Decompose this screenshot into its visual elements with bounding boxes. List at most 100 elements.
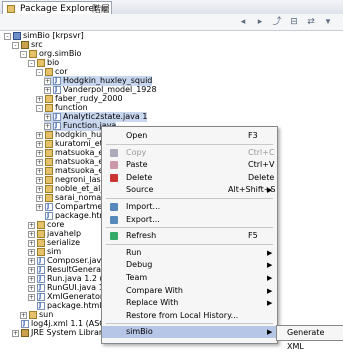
menu-item-restore-from-local-history[interactable]: Restore from Local History... xyxy=(102,310,277,322)
menu-item-label: Debug xyxy=(126,260,153,270)
expand-icon[interactable]: + xyxy=(28,239,35,247)
package-icon xyxy=(45,131,53,139)
expand-icon[interactable]: + xyxy=(36,131,43,139)
submenu-arrow-icon: ▶ xyxy=(267,248,273,257)
collapse-icon[interactable]: - xyxy=(4,32,11,40)
collapse-icon[interactable]: - xyxy=(36,68,43,76)
java-icon xyxy=(37,274,45,284)
menu-item-label: Team xyxy=(126,273,148,282)
menu-item-label: Source xyxy=(126,185,154,195)
expand-icon[interactable]: + xyxy=(36,158,43,166)
menu-item-delete[interactable]: Delete Delete xyxy=(102,172,277,184)
package-icon xyxy=(45,167,53,175)
expand-icon[interactable]: + xyxy=(28,248,35,256)
forward-icon[interactable]: ▸ xyxy=(254,16,266,28)
submenu-simbio: Generate XML xyxy=(276,325,343,351)
menu-item-generate-xml[interactable]: Generate XML xyxy=(287,326,343,354)
package-icon xyxy=(45,140,53,148)
expand-icon[interactable]: + xyxy=(36,149,43,157)
menu-item-label: Refresh xyxy=(126,231,157,241)
file-icon xyxy=(45,211,53,221)
expand-icon[interactable]: + xyxy=(12,329,19,337)
menu-item-compare-with[interactable]: Compare With ▶ xyxy=(102,285,277,297)
expand-icon[interactable] xyxy=(28,303,35,310)
view-titlebar: Package Explorer ⊠ 階層 xyxy=(0,0,343,15)
collapse-icon[interactable]: - xyxy=(28,59,35,67)
java-icon xyxy=(37,256,45,266)
back-icon[interactable]: ◂ xyxy=(237,16,249,28)
expand-icon[interactable]: + xyxy=(36,167,43,175)
expand-icon[interactable] xyxy=(12,321,19,328)
expand-icon[interactable]: + xyxy=(36,176,43,184)
expand-icon[interactable]: + xyxy=(28,221,35,229)
expand-icon[interactable]: + xyxy=(28,293,35,301)
menu-item-shortcut: Delete xyxy=(248,172,275,182)
expand-icon[interactable]: + xyxy=(36,95,43,103)
java-icon xyxy=(45,202,53,212)
menu-item-label: simBio xyxy=(126,327,153,337)
menu-item-copy[interactable]: Copy Ctrl+C xyxy=(102,147,277,159)
menu-item-replace-with[interactable]: Replace With ▶ xyxy=(102,297,277,309)
submenu-arrow-icon: ▶ xyxy=(267,274,273,282)
menu-item-refresh[interactable]: Refresh F5 xyxy=(102,230,277,242)
expand-icon[interactable]: + xyxy=(44,77,51,85)
collapse-all-icon[interactable]: ⊟ xyxy=(288,16,300,28)
expand-icon[interactable]: + xyxy=(44,113,51,121)
expand-icon[interactable]: + xyxy=(28,266,35,274)
src-icon xyxy=(21,41,29,49)
expand-icon[interactable] xyxy=(36,213,43,220)
menu-item-open[interactable]: Open F3 xyxy=(102,130,277,142)
package-icon xyxy=(37,248,45,256)
menu-item-team[interactable]: Team ▶ xyxy=(102,272,277,284)
menu-item-label: Paste xyxy=(126,160,148,170)
delete-icon xyxy=(110,173,118,182)
refresh-icon xyxy=(110,232,118,241)
package-icon xyxy=(45,68,53,76)
java-icon xyxy=(53,121,61,131)
java-icon xyxy=(53,112,61,122)
project-icon xyxy=(13,32,21,40)
package-icon xyxy=(45,149,53,157)
expand-icon[interactable]: + xyxy=(44,86,51,94)
menu-item-shortcut: F3 xyxy=(248,131,258,140)
expand-icon[interactable]: + xyxy=(28,284,35,292)
java-icon xyxy=(37,265,45,275)
collapse-icon[interactable]: - xyxy=(36,104,43,112)
submenu-arrow-icon: ▶ xyxy=(267,286,273,295)
menu-item-shortcut: F5 xyxy=(248,231,258,241)
expand-icon[interactable]: + xyxy=(36,185,43,193)
submenu-arrow-icon: ▶ xyxy=(267,261,273,270)
view-menu-icon[interactable]: ▾ xyxy=(322,16,334,28)
link-editor-icon[interactable]: ⇄ xyxy=(305,16,317,28)
expand-icon[interactable]: + xyxy=(36,140,43,148)
menu-item-label: Run xyxy=(126,247,142,257)
menu-item-label: Open xyxy=(126,131,148,140)
package-icon xyxy=(45,176,53,184)
package-icon xyxy=(45,95,53,103)
package-icon xyxy=(29,311,37,319)
menu-item-shortcut: Ctrl+V xyxy=(248,160,275,170)
expand-icon[interactable]: + xyxy=(28,275,35,283)
view-toolbar: ◂ ▸ ⤴ ⊟ ⇄ ▾ xyxy=(0,14,343,31)
menu-item-run[interactable]: Run ▶ xyxy=(102,247,277,259)
library-icon xyxy=(21,329,29,337)
collapse-icon[interactable]: - xyxy=(12,41,19,49)
expand-icon[interactable]: + xyxy=(36,194,43,202)
menu-item-paste[interactable]: Paste Ctrl+V xyxy=(102,159,277,171)
expand-icon[interactable]: + xyxy=(28,230,35,238)
up-icon[interactable]: ⤴ xyxy=(271,16,283,28)
menu-item-simbio[interactable]: simBio ▶ xyxy=(102,326,277,339)
menu-item-source[interactable]: Source Alt+Shift+S ▶ xyxy=(102,184,277,196)
java-icon xyxy=(37,292,45,302)
menu-item-debug[interactable]: Debug ▶ xyxy=(102,259,277,271)
expand-icon[interactable]: + xyxy=(20,311,27,319)
package-icon xyxy=(45,158,53,166)
expand-icon[interactable]: + xyxy=(44,122,51,130)
menu-item-import[interactable]: Import... xyxy=(102,201,277,213)
submenu-arrow-icon: ▶ xyxy=(267,328,273,337)
package-icon xyxy=(45,104,53,112)
expand-icon[interactable]: + xyxy=(28,257,35,265)
menu-item-export[interactable]: Export... xyxy=(102,214,277,226)
collapse-icon[interactable]: - xyxy=(20,50,27,58)
expand-icon[interactable]: + xyxy=(36,203,43,211)
